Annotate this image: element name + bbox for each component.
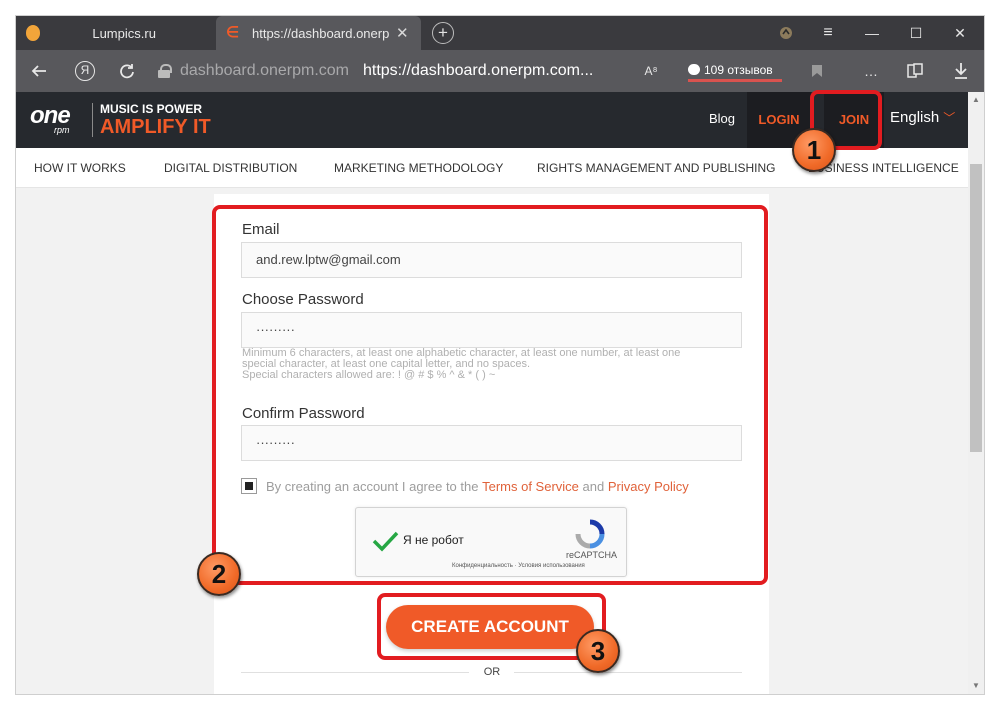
nav-blog-link[interactable]: Blog — [709, 111, 735, 126]
divider-line — [514, 672, 742, 673]
close-window-button[interactable]: ✕ — [938, 16, 982, 50]
new-tab-button[interactable]: + — [432, 22, 454, 44]
more-icon[interactable]: … — [856, 56, 886, 86]
menu-rights-management[interactable]: RIGHTS MANAGEMENT AND PUBLISHING — [537, 161, 775, 175]
menu-how-it-works[interactable]: HOW IT WORKS — [34, 161, 126, 175]
chevron-down-icon: ﹀ — [943, 111, 956, 125]
step-badge-2: 2 — [197, 552, 241, 596]
step-badge-3: 3 — [576, 629, 620, 673]
tagline-bottom: AMPLIFY IT — [100, 116, 211, 138]
highlight-create-button — [377, 593, 606, 660]
yandex-icon: Я — [75, 61, 95, 81]
language-selector[interactable]: English ﹀ — [890, 109, 955, 126]
browser-window: Lumpics.ru ∈ https://dashboard.onerpm ✕ … — [16, 16, 984, 694]
reload-icon[interactable] — [112, 56, 142, 86]
tab-lumpics[interactable]: Lumpics.ru — [16, 16, 216, 50]
highlight-form — [212, 205, 768, 585]
minimize-button[interactable]: — — [850, 16, 894, 50]
translate-icon[interactable]: A⁸ — [636, 56, 666, 86]
tab-title: Lumpics.ru — [92, 25, 156, 41]
scroll-thumb[interactable] — [970, 164, 982, 452]
logo-rpm: rpm — [54, 125, 70, 135]
language-label: English — [890, 109, 940, 126]
step-badge-1: 1 — [792, 128, 836, 172]
tab-title: https://dashboard.onerpm — [252, 25, 390, 41]
download-icon[interactable] — [946, 56, 976, 86]
divider-line — [241, 672, 469, 673]
lumpics-favicon-icon — [26, 25, 41, 41]
url-text: https://dashboard.onerpm.com... — [362, 62, 594, 79]
tab-bar: Lumpics.ru ∈ https://dashboard.onerpm ✕ … — [16, 16, 984, 50]
comment-icon — [688, 64, 700, 75]
shield-icon[interactable] — [764, 16, 808, 50]
scroll-down-icon[interactable]: ▼ — [968, 678, 984, 694]
onerpm-favicon-icon: ∈ — [226, 24, 240, 41]
menu-icon[interactable]: ≡ — [806, 16, 850, 50]
maximize-button[interactable]: ☐ — [894, 16, 938, 50]
reviews-badge[interactable]: 109 отзывов — [688, 60, 782, 82]
or-separator: OR — [483, 666, 501, 678]
yandex-button[interactable]: Я — [70, 56, 100, 86]
reviews-count: 109 отзывов — [704, 62, 773, 77]
bookmark-icon[interactable] — [802, 56, 832, 86]
tagline-top: MUSIC IS POWER — [100, 102, 203, 116]
address-bar: Я dashboard.onerpm.com https://dashboard… — [16, 50, 984, 92]
url-domain: dashboard.onerpm.com — [180, 62, 349, 79]
tab-close-icon[interactable]: ✕ — [396, 24, 409, 42]
lock-icon — [158, 64, 172, 78]
menu-marketing-methodology[interactable]: MARKETING METHODOLOGY — [334, 161, 503, 175]
logo-divider — [92, 103, 93, 137]
menu-digital-distribution[interactable]: DIGITAL DISTRIBUTION — [164, 161, 297, 175]
tab-onerpm[interactable]: ∈ https://dashboard.onerpm ✕ — [216, 16, 421, 50]
back-arrow-icon[interactable] — [24, 56, 54, 86]
url-field[interactable]: dashboard.onerpm.com https://dashboard.o… — [158, 56, 778, 86]
collections-icon[interactable] — [900, 56, 930, 86]
scroll-up-icon[interactable]: ▲ — [968, 92, 984, 108]
page-scrollbar[interactable]: ▲ ▼ — [968, 92, 984, 694]
